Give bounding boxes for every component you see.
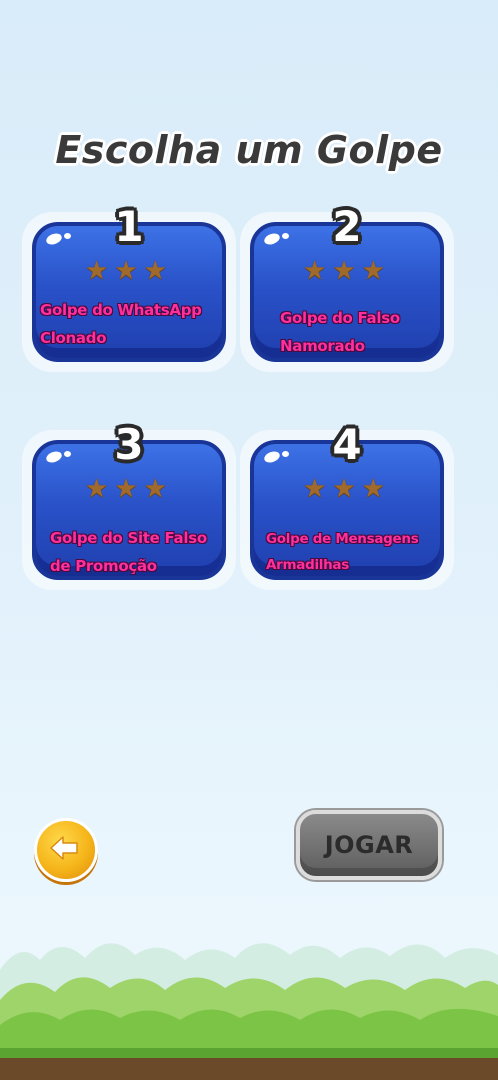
level-label-line2: de Promoção [50, 557, 157, 575]
level-card-1-frame: 1 ★★★ Golpe do WhatsApp Clonado [22, 202, 236, 372]
play-button[interactable]: JOGAR [296, 810, 442, 880]
ground-hills-decoration [0, 943, 498, 1080]
level-label-line1: Golpe de Mensagens [266, 531, 419, 547]
level-label: Golpe do Falso Namorado [280, 304, 436, 360]
level-card-4-frame: 4 ★★★ Golpe de Mensagens Armadilhas [240, 420, 454, 590]
back-button[interactable] [34, 818, 98, 882]
level-label-line1: Golpe do Site Falso [50, 529, 207, 547]
level-number: 4 [332, 420, 362, 469]
level-card-2-frame: 2 ★★★ Golpe do Falso Namorado [240, 202, 454, 372]
level-label-line1: Golpe do WhatsApp [40, 301, 202, 319]
level-stars: ★★★ [85, 474, 173, 504]
level-stars: ★★★ [85, 256, 173, 286]
level-number: 1 [114, 202, 144, 251]
level-label: Golpe do Site Falso de Promoção [50, 524, 218, 580]
level-label-line1: Golpe do Falso [280, 309, 400, 327]
level-card-4[interactable]: 4 ★★★ Golpe de Mensagens Armadilhas [250, 420, 444, 580]
level-number: 3 [114, 420, 144, 469]
level-card-1[interactable]: 1 ★★★ Golpe do WhatsApp Clonado [32, 202, 226, 362]
level-card-3-frame: 3 ★★★ Golpe do Site Falso de Promoção [22, 420, 236, 590]
level-label-line2: Namorado [280, 337, 365, 355]
arrow-left-icon [50, 836, 78, 860]
level-label: Golpe do WhatsApp Clonado [40, 296, 218, 352]
level-card-2[interactable]: 2 ★★★ Golpe do Falso Namorado [250, 202, 444, 362]
level-label-line2: Armadilhas [266, 557, 349, 573]
page-title: Escolha um Golpe [55, 128, 443, 172]
level-label-line2: Clonado [40, 329, 107, 347]
level-stars: ★★★ [303, 256, 391, 286]
level-label: Golpe de Mensagens Armadilhas [266, 526, 436, 578]
level-number: 2 [332, 202, 362, 251]
level-stars: ★★★ [303, 474, 391, 504]
level-card-3[interactable]: 3 ★★★ Golpe do Site Falso de Promoção [32, 420, 226, 580]
